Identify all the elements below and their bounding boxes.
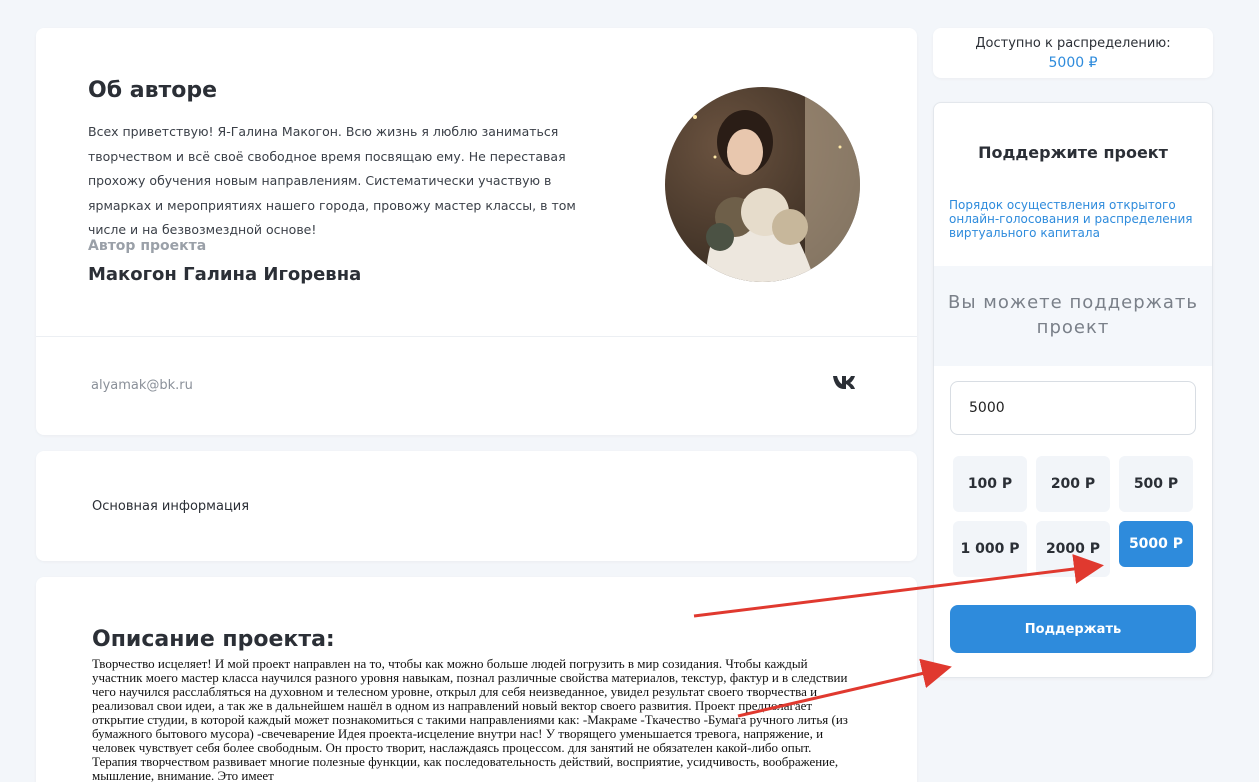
support-card: Поддержите проект Порядок осуществления … (933, 102, 1213, 678)
amount-button-200[interactable]: 200 Р (1036, 456, 1110, 512)
divider (36, 336, 917, 337)
support-submit-button[interactable]: Поддержать (950, 605, 1196, 653)
support-title: Поддержите проект (978, 143, 1168, 162)
author-card: Об авторе Всех приветствую! Я-Галина Мак… (36, 28, 917, 435)
author-role-label: Автор проекта (88, 238, 207, 254)
author-bio: Всех приветствую! Я-Галина Макогон. Всю … (88, 124, 576, 237)
balance-label: Доступно к распределению: (975, 36, 1171, 51)
description-text: Творчество исцеляет! И мой проект направ… (92, 656, 848, 782)
support-band-text: Вы можете поддержать проект (948, 292, 1198, 338)
description-heading: Описание проекта: (92, 627, 335, 652)
amount-button-2000[interactable]: 2000 Р (1036, 521, 1110, 577)
vk-icon[interactable] (831, 374, 855, 390)
support-band: Вы можете поддержать проект (934, 266, 1212, 366)
amount-button-100[interactable]: 100 Р (953, 456, 1027, 512)
author-avatar (665, 87, 860, 282)
amount-button-1000[interactable]: 1 000 Р (953, 521, 1027, 577)
main-info-label: Основная информация (92, 499, 250, 514)
amount-button-500[interactable]: 500 Р (1119, 456, 1193, 512)
info-card: Основная информация (36, 451, 917, 561)
amount-button-5000[interactable]: 5000 Р (1119, 521, 1193, 567)
author-heading: Об авторе (88, 78, 218, 103)
author-email[interactable]: alyamak@bk.ru (91, 378, 193, 393)
balance-card: Доступно к распределению: 5000 ₽ (933, 28, 1213, 78)
description-card: Описание проекта: Творчество исцеляет! И… (36, 577, 917, 782)
amount-input[interactable] (950, 381, 1196, 435)
author-name: Макогон Галина Игоревна (88, 264, 362, 285)
voting-rules-link[interactable]: Порядок осуществления открытого онлайн-г… (949, 198, 1199, 240)
balance-value: 5000 ₽ (1048, 55, 1098, 71)
